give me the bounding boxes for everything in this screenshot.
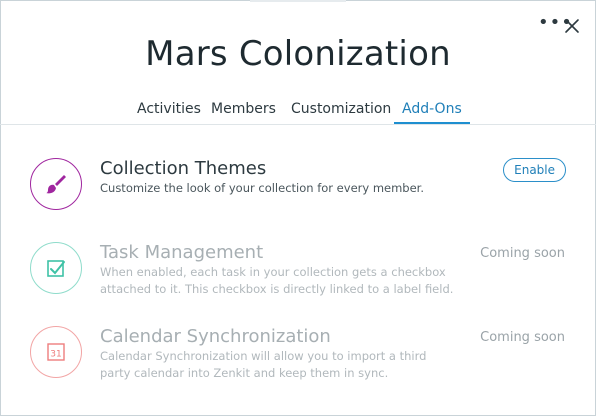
close-icon[interactable] [563, 17, 581, 35]
paintbrush-icon [30, 158, 82, 210]
addon-description: Calendar Synchronization will allow you … [100, 349, 427, 380]
addon-name: Task Management [100, 242, 264, 263]
tab-add-ons[interactable]: Add-Ons [394, 98, 470, 124]
addon-name: Calendar Synchronization [100, 326, 331, 347]
addon-description: Customize the look of your collection fo… [100, 181, 425, 195]
collection-title: Mars Colonization [145, 34, 451, 74]
addon-description: When enabled, each task in your collecti… [100, 265, 454, 296]
calendar-day: 31 [50, 350, 61, 360]
addon-task-management: Task Management When enabled, each task … [0, 242, 596, 322]
tab-activities[interactable]: Activities [137, 98, 201, 122]
addon-calendar-synchronization: 31 Calendar Synchronization Calendar Syn… [0, 326, 596, 406]
tab-divider [0, 124, 596, 125]
tab-members[interactable]: Members [211, 98, 276, 122]
tab-bar: Activities Members Customization Add-Ons [0, 98, 596, 124]
enable-button[interactable]: Enable [503, 158, 566, 182]
dialog-top-edge [250, 0, 346, 2]
addon-collection-themes: Collection Themes Customize the look of … [0, 158, 596, 238]
tab-customization[interactable]: Customization [291, 98, 391, 122]
calendar-icon: 31 [30, 326, 82, 378]
status-badge: Coming soon [480, 246, 565, 261]
addon-name: Collection Themes [100, 158, 267, 179]
checkbox-icon [30, 242, 82, 294]
status-badge: Coming soon [480, 330, 565, 345]
